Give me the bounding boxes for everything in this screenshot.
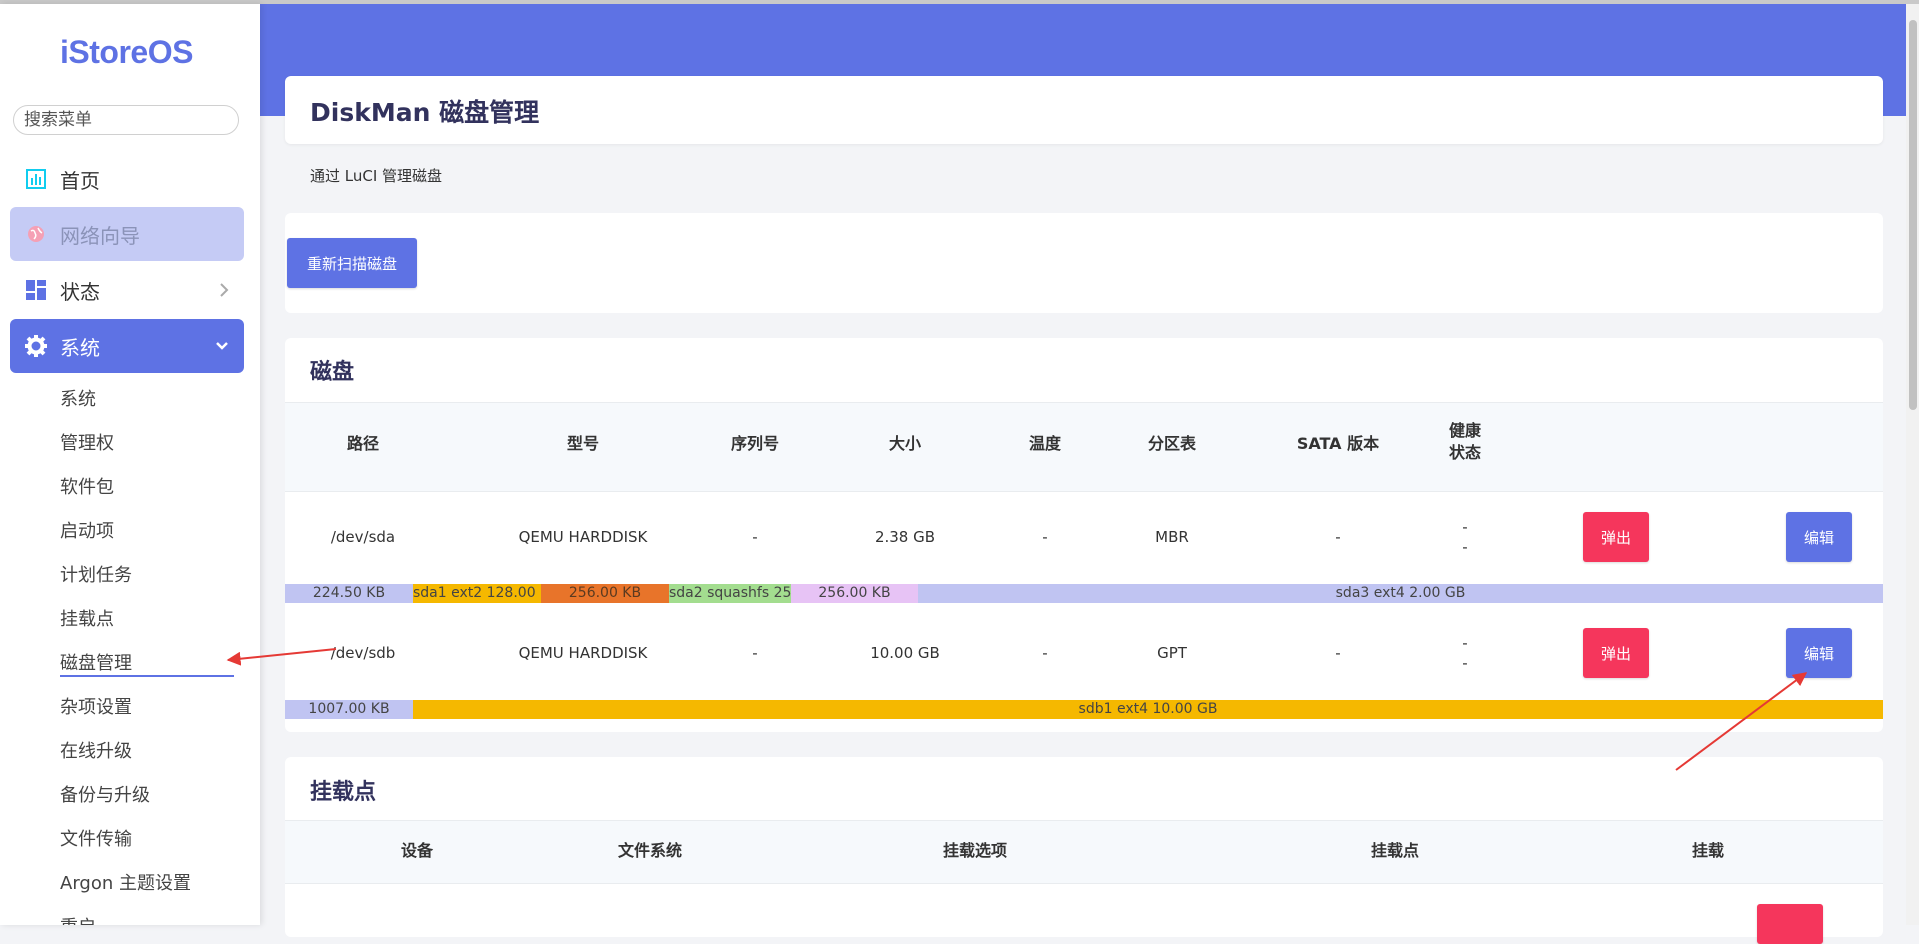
disk-health: - xyxy=(1462,634,1468,652)
unmount-button[interactable] xyxy=(1757,904,1823,944)
disk-sata-version: - xyxy=(1335,528,1341,546)
col-header-partition-table: 分区表 xyxy=(1147,434,1196,453)
col-header-size: 大小 xyxy=(888,434,921,453)
disk-temperature: - xyxy=(1042,528,1048,546)
disk-temperature: - xyxy=(1042,644,1048,662)
partition-sda2[interactable]: sda2 squashfs 256.00 MB xyxy=(669,584,791,603)
col-header-mount-options: 挂载选项 xyxy=(942,841,1007,860)
chevron-down-icon xyxy=(214,336,230,360)
edit-button[interactable]: 编辑 xyxy=(1786,512,1852,562)
col-header-mount: 挂载 xyxy=(1691,841,1724,860)
mountpoints-card: 挂载点 设备 文件系统 挂载选项 挂载点 挂载 xyxy=(285,757,1883,944)
mountpoints-section-title: 挂载点 xyxy=(310,780,377,805)
chevron-right-icon xyxy=(218,280,230,304)
submenu-item-cron[interactable]: 计划任务 xyxy=(60,561,132,587)
disk-model: QEMU HARDDISK xyxy=(518,528,648,546)
col-header-status: 状态 xyxy=(1448,443,1481,462)
nav-item-label: 首页 xyxy=(60,168,100,193)
submenu-item-misc[interactable]: 杂项设置 xyxy=(60,693,132,719)
sdb-partition-bar: 1007.00 KB sdb1 ext4 10.00 GB xyxy=(285,700,1883,719)
disk-status: - xyxy=(1462,654,1468,672)
page-description: 通过 LuCI 管理磁盘 xyxy=(310,167,443,185)
eject-button[interactable]: 弹出 xyxy=(1583,512,1649,562)
disk-status: - xyxy=(1462,538,1468,556)
nav-item-network-wizard[interactable]: 网络向导 xyxy=(10,207,244,261)
eject-button[interactable]: 弹出 xyxy=(1583,628,1649,678)
disk-path: /dev/sda xyxy=(330,528,396,546)
submenu-item-diskman[interactable]: 磁盘管理 xyxy=(60,649,132,675)
submenu-item-mountpoints[interactable]: 挂载点 xyxy=(60,605,114,631)
disk-partition-table: GPT xyxy=(1157,644,1187,662)
submenu-item-backup[interactable]: 备份与升级 xyxy=(60,781,150,807)
submenu-item-argon-theme[interactable]: Argon 主题设置 xyxy=(60,869,191,895)
nav-item-label: 网络向导 xyxy=(60,223,140,248)
nav-item-label: 系统 xyxy=(60,335,100,360)
dashboard-grid-icon xyxy=(24,278,48,302)
col-header-mount-point: 挂载点 xyxy=(1370,841,1419,860)
disk-path: /dev/sdb xyxy=(330,644,396,662)
submenu-item-startup[interactable]: 启动项 xyxy=(60,517,114,543)
disk-model: QEMU HARDDISK xyxy=(518,644,648,662)
menu-search-input[interactable] xyxy=(13,105,239,135)
submenu-item-system[interactable]: 系统 xyxy=(60,385,96,411)
edit-button[interactable]: 编辑 xyxy=(1786,628,1852,678)
page-scrollbar-thumb[interactable] xyxy=(1909,20,1917,410)
disks-section-title: 磁盘 xyxy=(310,360,355,385)
partition-free-space[interactable]: 224.50 KB xyxy=(285,584,413,603)
partition-sdb1[interactable]: sdb1 ext4 10.00 GB xyxy=(413,700,1883,719)
col-header-sata-version: SATA 版本 xyxy=(1296,434,1380,453)
submenu-item-online-upgrade[interactable]: 在线升级 xyxy=(60,737,132,763)
disk-partition-table: MBR xyxy=(1155,528,1189,546)
disk-health: - xyxy=(1462,518,1468,536)
disk-serial: - xyxy=(752,644,758,662)
sda-partition-bar: 224.50 KB sda1 ext2 128.00 MB 256.00 KB … xyxy=(285,584,1883,603)
bar-chart-icon xyxy=(24,167,48,191)
active-submenu-underline xyxy=(60,675,234,677)
submenu-item-packages[interactable]: 软件包 xyxy=(60,473,114,499)
submenu-item-reboot[interactable]: 重启 xyxy=(60,913,96,925)
disk-size: 10.00 GB xyxy=(870,644,940,662)
actions-card xyxy=(285,213,1883,313)
mountpoints-table-header xyxy=(285,820,1883,884)
partition-free-space[interactable]: 1007.00 KB xyxy=(285,700,413,719)
col-header-health: 健康 xyxy=(1448,421,1481,440)
submenu-item-file-transfer[interactable]: 文件传输 xyxy=(60,825,132,851)
col-header-filesystem: 文件系统 xyxy=(617,841,682,860)
partition-free-space[interactable]: 256.00 KB xyxy=(541,584,669,603)
nav-item-home[interactable]: 首页 xyxy=(10,152,244,206)
col-header-temperature: 温度 xyxy=(1028,434,1061,453)
nav-item-status[interactable]: 状态 xyxy=(10,263,244,317)
disk-serial: - xyxy=(752,528,758,546)
col-header-serial: 序列号 xyxy=(730,434,779,453)
rescan-disks-button[interactable]: 重新扫描磁盘 xyxy=(287,238,417,288)
partition-free-space[interactable]: 256.00 KB xyxy=(791,584,918,603)
gear-icon xyxy=(24,334,48,358)
sidebar: iStoreOS 首页 网络向导 状态 系统 系统 管理权 软件包 启动项 计划 xyxy=(0,4,260,925)
nav-item-label: 状态 xyxy=(60,279,100,304)
partition-sda3[interactable]: sda3 ext4 2.00 GB xyxy=(918,584,1883,603)
partition-sda1[interactable]: sda1 ext2 128.00 MB xyxy=(413,584,541,603)
globe-icon xyxy=(24,222,48,246)
page-title: DiskMan 磁盘管理 xyxy=(310,98,540,127)
submenu-item-admin[interactable]: 管理权 xyxy=(60,429,114,455)
col-header-device: 设备 xyxy=(400,841,433,860)
nav-item-system[interactable]: 系统 xyxy=(10,319,244,373)
page-title-card: DiskMan 磁盘管理 xyxy=(285,76,1883,144)
disk-sata-version: - xyxy=(1335,644,1341,662)
col-header-model: 型号 xyxy=(566,434,599,453)
col-header-path: 路径 xyxy=(346,434,379,453)
disk-size: 2.38 GB xyxy=(874,528,936,546)
brand-logo[interactable]: iStoreOS xyxy=(0,34,253,71)
